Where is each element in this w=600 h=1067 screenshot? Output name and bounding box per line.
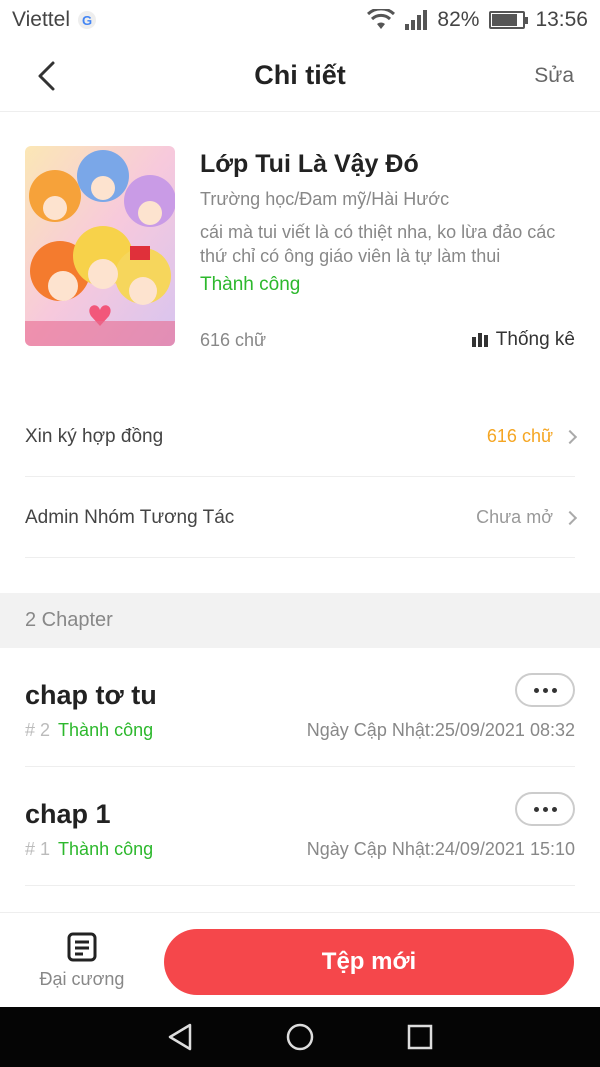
book-description: cái mà tui viết là có thiệt nha, ko lừa … bbox=[200, 222, 556, 266]
hash-symbol: # bbox=[25, 839, 36, 859]
page-title: Chi tiết bbox=[254, 60, 346, 90]
chapter-item[interactable]: chap tơ tu # 2 Thành công Ngày Cập Nhật:… bbox=[25, 648, 575, 767]
chapter-meta: # 2 Thành công bbox=[25, 720, 153, 741]
chapter-number: 1 bbox=[40, 839, 51, 859]
clock: 13:56 bbox=[535, 8, 588, 31]
row-label: Xin ký hợp đồng bbox=[25, 425, 164, 447]
chapter-title: chap tơ tu bbox=[25, 680, 157, 710]
stats-button[interactable]: Thống kê bbox=[471, 329, 575, 351]
dot-icon bbox=[551, 806, 557, 812]
book-word-count: 616 chữ bbox=[200, 330, 267, 350]
nav-home-button[interactable] bbox=[280, 1017, 320, 1057]
date-label: Ngày Cập Nhật: bbox=[306, 720, 435, 740]
book-genre: Trường học/Đam mỹ/Hài Hước bbox=[200, 189, 450, 209]
chapter-meta: # 1 Thành công bbox=[25, 839, 153, 860]
date-value: 24/09/2021 15:10 bbox=[434, 839, 575, 859]
dot-icon bbox=[533, 806, 539, 812]
signal-icon bbox=[405, 10, 428, 30]
book-info: Lớp Tui Là Vậy Đó Trường học/Đam mỹ/Hài … bbox=[25, 146, 577, 351]
chevron-left-icon bbox=[38, 61, 55, 91]
nav-recents-button[interactable] bbox=[400, 1017, 440, 1057]
wifi-icon bbox=[367, 9, 396, 29]
carrier-name: Viettel bbox=[12, 8, 70, 31]
new-file-button[interactable]: Tệp mới bbox=[164, 929, 574, 995]
document-icon bbox=[67, 932, 97, 962]
dot-icon bbox=[542, 687, 548, 693]
row-admin-group[interactable]: Admin Nhóm Tương Tác Chưa mở bbox=[25, 478, 578, 558]
outline-label: Đại cương bbox=[39, 969, 125, 989]
bar-chart-icon bbox=[471, 333, 488, 347]
outline-button[interactable]: Đại cương bbox=[28, 931, 136, 1001]
status-left: Viettel G bbox=[12, 8, 96, 32]
header: Chi tiết Sửa bbox=[0, 40, 600, 112]
date-label: Ngày Cập Nhật: bbox=[306, 839, 435, 859]
triangle-back-icon bbox=[168, 1023, 192, 1051]
chapters-header: 2 Chapter bbox=[0, 593, 600, 648]
more-options-button[interactable] bbox=[515, 792, 575, 826]
chevron-right-icon bbox=[562, 510, 578, 525]
status-right: 82% 13:56 bbox=[367, 8, 588, 32]
row-contract[interactable]: Xin ký hợp đồng 616 chữ bbox=[25, 397, 578, 477]
google-icon: G bbox=[78, 11, 96, 29]
row-value: 616 chữ bbox=[486, 426, 553, 446]
chapter-title: chap 1 bbox=[25, 799, 111, 829]
chapter-date: Ngày Cập Nhật:25/09/2021 08:32 bbox=[307, 720, 575, 741]
date-value: 25/09/2021 08:32 bbox=[434, 720, 575, 740]
bottom-action-bar: Đại cương Tệp mới bbox=[0, 912, 600, 1008]
status-bar: Viettel G 82% 13:56 bbox=[0, 0, 600, 40]
book-title: Lớp Tui Là Vậy Đó bbox=[200, 150, 419, 178]
row-right: 616 chữ bbox=[486, 426, 578, 447]
chapter-status: Thành công bbox=[58, 720, 154, 740]
nav-back-button[interactable] bbox=[160, 1017, 200, 1057]
battery-fill bbox=[492, 14, 518, 26]
chapter-number: 2 bbox=[40, 720, 51, 740]
chapter-hash: # 2 bbox=[25, 720, 50, 741]
square-recents-icon bbox=[407, 1024, 433, 1050]
book-cover[interactable] bbox=[25, 146, 175, 346]
row-value: Chưa mở bbox=[476, 507, 553, 527]
chapter-hash: # 1 bbox=[25, 839, 50, 860]
edit-button[interactable]: Sửa bbox=[534, 64, 574, 88]
battery-icon bbox=[489, 11, 529, 29]
book-status: Thành công bbox=[200, 274, 301, 295]
dot-icon bbox=[542, 806, 548, 812]
chevron-right-icon bbox=[562, 429, 578, 444]
cover-illustration bbox=[25, 146, 175, 346]
circle-home-icon bbox=[286, 1023, 314, 1051]
dot-icon bbox=[533, 687, 539, 693]
chapter-date: Ngày Cập Nhật:24/09/2021 15:10 bbox=[307, 839, 575, 860]
chapter-status: Thành công bbox=[58, 839, 154, 859]
hash-symbol: # bbox=[25, 720, 36, 740]
back-button[interactable] bbox=[28, 58, 64, 94]
more-options-button[interactable] bbox=[515, 673, 575, 707]
chapter-item[interactable]: chap 1 # 1 Thành công Ngày Cập Nhật:24/0… bbox=[25, 767, 575, 886]
row-label: Admin Nhóm Tương Tác bbox=[25, 506, 235, 528]
dot-icon bbox=[551, 687, 557, 693]
system-nav-bar bbox=[0, 1007, 600, 1067]
stats-label: Thống kê bbox=[495, 329, 575, 350]
battery-percent: 82% bbox=[437, 8, 480, 31]
row-right: Chưa mở bbox=[476, 507, 578, 528]
